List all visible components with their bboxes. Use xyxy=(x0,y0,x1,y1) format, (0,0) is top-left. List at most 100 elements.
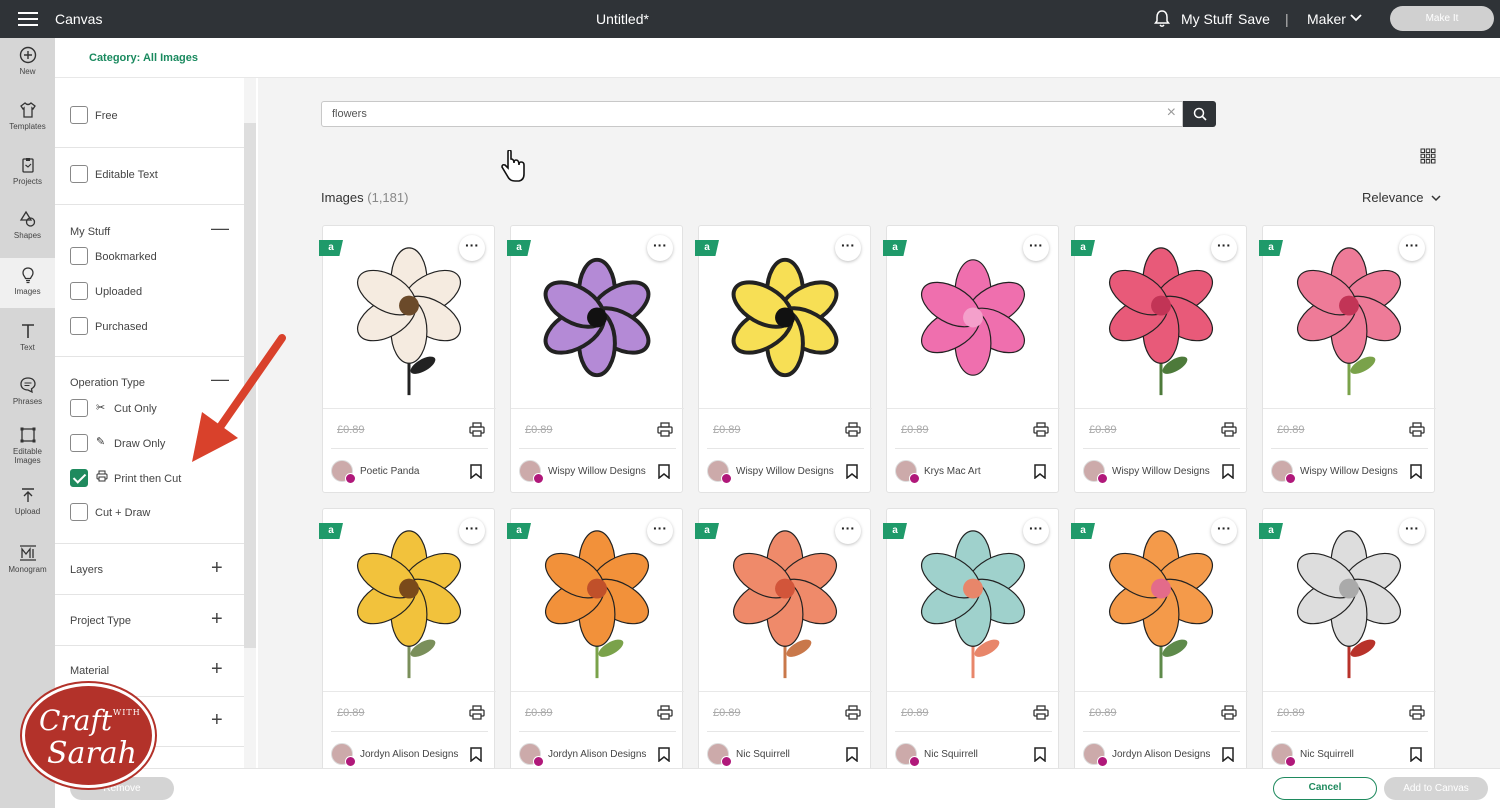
image-card[interactable]: a ··· £0.89 Wispy Willow Designs xyxy=(695,225,872,493)
document-title[interactable]: Untitled* xyxy=(0,11,1245,27)
operation-type-section-title[interactable]: Operation Type xyxy=(70,377,145,389)
free-checkbox[interactable] xyxy=(70,106,88,124)
rail-item-new[interactable]: New xyxy=(0,46,55,76)
add-to-canvas-button[interactable]: Add to Canvas xyxy=(1384,777,1488,800)
more-options-button[interactable]: ··· xyxy=(835,235,861,261)
layers-section-title[interactable]: Layers xyxy=(70,564,103,576)
more-options-button[interactable]: ··· xyxy=(1023,518,1049,544)
designer-name[interactable]: Wispy Willow Designs xyxy=(1112,460,1212,484)
rail-item-shapes[interactable]: Shapes xyxy=(0,210,55,240)
avatar[interactable] xyxy=(1271,743,1296,767)
designer-name[interactable]: Poetic Panda xyxy=(360,460,460,484)
save-button[interactable]: Save xyxy=(1238,11,1270,27)
cut-draw-checkbox[interactable] xyxy=(70,503,88,521)
more-options-button[interactable]: ··· xyxy=(835,518,861,544)
designer-name[interactable]: Nic Squirrell xyxy=(736,743,836,767)
rail-item-templates[interactable]: Templates xyxy=(0,101,55,131)
more-options-button[interactable]: ··· xyxy=(1399,235,1425,261)
avatar[interactable] xyxy=(895,460,920,484)
image-card[interactable]: a ··· £0.89 Krys Mac Art xyxy=(883,225,1060,493)
bookmark-icon[interactable] xyxy=(1222,747,1234,762)
more-options-button[interactable]: ··· xyxy=(1211,518,1237,544)
cut-only-checkbox[interactable] xyxy=(70,399,88,417)
image-card[interactable]: a ··· £0.89 Wispy Willow Designs xyxy=(1259,225,1436,493)
search-value[interactable]: flowers xyxy=(332,108,367,120)
draw-only-checkbox[interactable] xyxy=(70,434,88,452)
image-card[interactable]: a ··· £0.89 Wispy Willow Designs xyxy=(507,225,684,493)
expand-plus-icon[interactable]: + xyxy=(211,608,223,631)
bookmark-icon[interactable] xyxy=(1222,464,1234,479)
more-options-button[interactable]: ··· xyxy=(647,235,673,261)
designer-name[interactable]: Nic Squirrell xyxy=(924,743,1024,767)
image-card[interactable]: a ··· £0.89 Nic Squirrell xyxy=(883,508,1060,776)
material-section-title[interactable]: Material xyxy=(70,665,109,677)
designer-name[interactable]: Nic Squirrell xyxy=(1300,743,1400,767)
designer-name[interactable]: Jordyn Alison Designs xyxy=(1112,743,1212,767)
avatar[interactable] xyxy=(1083,743,1108,767)
avatar[interactable] xyxy=(895,743,920,767)
category-label[interactable]: Category: All Images xyxy=(89,52,198,64)
more-options-button[interactable]: ··· xyxy=(459,235,485,261)
image-card[interactable]: a ··· £0.89 Wispy Willow Designs xyxy=(1071,225,1248,493)
more-options-button[interactable]: ··· xyxy=(459,518,485,544)
expand-plus-icon[interactable]: + xyxy=(211,658,223,681)
rail-item-text[interactable]: Text xyxy=(0,322,55,352)
image-card[interactable]: a ··· £0.89 Poetic Panda xyxy=(319,225,496,493)
avatar[interactable] xyxy=(1083,460,1108,484)
bookmark-icon[interactable] xyxy=(1034,747,1046,762)
expand-plus-icon[interactable]: + xyxy=(211,557,223,580)
avatar[interactable] xyxy=(331,743,356,767)
sort-select[interactable]: Relevance xyxy=(1362,190,1441,205)
machine-select[interactable]: Maker xyxy=(1307,11,1346,27)
uploaded-checkbox[interactable] xyxy=(70,282,88,300)
search-input[interactable]: flowers × xyxy=(321,101,1183,127)
my-stuff-section-title[interactable]: My Stuff xyxy=(70,226,110,238)
more-options-button[interactable]: ··· xyxy=(1399,518,1425,544)
more-options-button[interactable]: ··· xyxy=(1023,235,1049,261)
avatar[interactable] xyxy=(519,460,544,484)
rail-item-projects[interactable]: Projects xyxy=(0,156,55,186)
bookmark-icon[interactable] xyxy=(1410,747,1422,762)
chevron-down-icon[interactable] xyxy=(1350,13,1362,25)
make-it-button[interactable]: Make It xyxy=(1390,6,1494,31)
my-stuff-link[interactable]: My Stuff xyxy=(1181,11,1232,27)
notification-bell-icon[interactable] xyxy=(1154,10,1170,28)
designer-name[interactable]: Wispy Willow Designs xyxy=(1300,460,1400,484)
avatar[interactable] xyxy=(707,460,732,484)
designer-name[interactable]: Jordyn Alison Designs xyxy=(548,743,648,767)
project-type-section-title[interactable]: Project Type xyxy=(70,615,131,627)
designer-name[interactable]: Wispy Willow Designs xyxy=(736,460,836,484)
collapse-minus-icon[interactable]: — xyxy=(211,218,229,239)
more-options-button[interactable]: ··· xyxy=(647,518,673,544)
clear-icon[interactable]: × xyxy=(1167,104,1176,122)
bookmark-icon[interactable] xyxy=(470,747,482,762)
editable-text-checkbox[interactable] xyxy=(70,165,88,183)
print-then-cut-checkbox[interactable] xyxy=(70,469,88,487)
image-card[interactable]: a ··· £0.89 Nic Squirrell xyxy=(695,508,872,776)
bookmark-icon[interactable] xyxy=(658,464,670,479)
rail-item-images[interactable]: Images xyxy=(0,258,55,308)
image-card[interactable]: a ··· £0.89 Jordyn Alison Designs xyxy=(1071,508,1248,776)
bookmark-icon[interactable] xyxy=(1410,464,1422,479)
image-card[interactable]: a ··· £0.89 Jordyn Alison Designs xyxy=(319,508,496,776)
bookmark-icon[interactable] xyxy=(846,747,858,762)
cancel-button[interactable]: Cancel xyxy=(1273,777,1377,800)
expand-plus-icon[interactable]: + xyxy=(211,709,223,732)
designer-name[interactable]: Wispy Willow Designs xyxy=(548,460,648,484)
avatar[interactable] xyxy=(519,743,544,767)
image-card[interactable]: a ··· £0.89 Jordyn Alison Designs xyxy=(507,508,684,776)
rail-item-phrases[interactable]: Phrases xyxy=(0,376,55,406)
image-card[interactable]: a ··· £0.89 Nic Squirrell xyxy=(1259,508,1436,776)
more-options-button[interactable]: ··· xyxy=(1211,235,1237,261)
avatar[interactable] xyxy=(1271,460,1296,484)
avatar[interactable] xyxy=(707,743,732,767)
bookmark-icon[interactable] xyxy=(658,747,670,762)
bookmark-icon[interactable] xyxy=(846,464,858,479)
rail-item-upload[interactable]: Upload xyxy=(0,486,55,516)
designer-name[interactable]: Jordyn Alison Designs xyxy=(360,743,460,767)
bookmark-icon[interactable] xyxy=(1034,464,1046,479)
grid-view-icon[interactable] xyxy=(1420,148,1436,164)
designer-name[interactable]: Krys Mac Art xyxy=(924,460,1024,484)
search-button[interactable] xyxy=(1183,101,1216,127)
rail-item-monogram[interactable]: Monogram xyxy=(0,544,55,574)
